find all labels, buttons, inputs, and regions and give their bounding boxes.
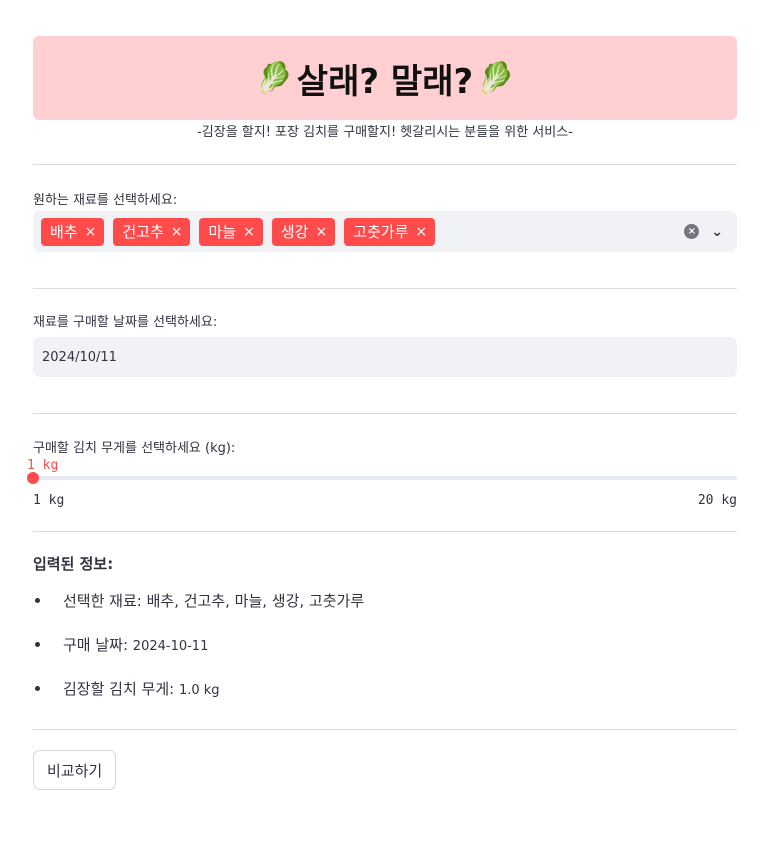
info-item-value: 1.0 kg <box>178 683 220 698</box>
slider-thumb[interactable] <box>27 472 39 484</box>
selected-tags: 배추 × 건고추 × 마늘 × 생강 × 고춧가루 × <box>41 217 684 246</box>
date-input[interactable]: 2024/10/11 <box>33 337 737 377</box>
tag-label: 생강 <box>280 223 309 241</box>
info-item-value: 배추, 건고추, 마늘, 생강, 고춧가루 <box>146 592 365 610</box>
info-heading: 입력된 정보: <box>33 555 114 573</box>
slider-max-label: 20 kg <box>697 493 737 508</box>
date-label: 재료를 구매할 날짜를 선택하세요: <box>33 315 218 330</box>
hero-banner: 🥬 살래? 말래? 🥬 <box>33 36 737 120</box>
info-item-value: 2024-10-11 <box>132 639 209 654</box>
app-title-text: 살래? 말래? <box>296 61 474 102</box>
tag-remove-icon[interactable]: × <box>243 225 255 239</box>
clear-all-icon[interactable]: × <box>684 224 700 239</box>
bullet-icon <box>35 686 40 691</box>
weight-label: 구매할 김치 무게를 선택하세요 (kg): <box>33 441 236 456</box>
bullet-icon <box>35 642 40 647</box>
tag-remove-icon[interactable]: × <box>315 225 327 239</box>
divider <box>33 729 737 730</box>
tag-ingredient[interactable]: 생강 × <box>271 217 336 246</box>
divider <box>33 531 737 532</box>
bullet-icon <box>35 598 40 603</box>
slider-current-value: 1 kg <box>27 458 59 473</box>
tag-ingredient[interactable]: 건고추 × <box>113 217 191 246</box>
tag-ingredient[interactable]: 배추 × <box>41 217 105 246</box>
slider-min-label: 1 kg <box>33 493 65 508</box>
multiselect-controls: × ⌄ <box>684 224 729 240</box>
tag-remove-icon[interactable]: × <box>85 225 97 239</box>
tag-ingredient[interactable]: 고춧가루 × <box>344 217 436 246</box>
tag-label: 마늘 <box>208 223 237 241</box>
tag-remove-icon[interactable]: × <box>415 225 427 239</box>
list-item: 김장할 김치 무게: 1.0 kg <box>33 678 737 722</box>
main-container: 🥬 살래? 말래? 🥬 -김장을 할지! 포장 김치를 구매할지! 헷갈리시는 … <box>27 36 737 790</box>
cabbage-icon: 🥬 <box>255 60 293 96</box>
weight-slider[interactable]: 1 kg 1 kg 20 kg <box>27 458 737 518</box>
slider-track[interactable] <box>27 472 737 484</box>
info-item-label: 김장할 김치 무게: <box>63 680 179 698</box>
app-subtitle: -김장을 할지! 포장 김치를 구매할지! 헷갈리시는 분들을 위한 서비스- <box>197 125 573 140</box>
tag-remove-icon[interactable]: × <box>171 225 183 239</box>
tag-label: 건고추 <box>122 223 164 241</box>
app-title: 🥬 살래? 말래? 🥬 <box>255 54 514 103</box>
ingredients-label: 원하는 재료를 선택하세요: <box>33 193 178 208</box>
cabbage-icon: 🥬 <box>477 60 515 96</box>
divider <box>33 288 737 289</box>
info-list: 선택한 재료: 배추, 건고추, 마늘, 생강, 고춧가루 구매 날짜: 202… <box>33 590 737 722</box>
tag-label: 배추 <box>50 223 78 241</box>
divider <box>33 164 737 165</box>
info-item-label: 구매 날짜: <box>63 636 133 654</box>
chevron-down-icon[interactable]: ⌄ <box>711 224 723 240</box>
tag-label: 고춧가루 <box>353 223 409 241</box>
list-item: 선택한 재료: 배추, 건고추, 마늘, 생강, 고춧가루 <box>33 590 737 634</box>
ingredients-multiselect[interactable]: 배추 × 건고추 × 마늘 × 생강 × 고춧가루 × × ⌄ <box>33 211 737 252</box>
tag-ingredient[interactable]: 마늘 × <box>199 217 263 246</box>
list-item: 구매 날짜: 2024-10-11 <box>33 634 737 678</box>
divider <box>33 413 737 414</box>
info-item-label: 선택한 재료: <box>63 592 147 610</box>
compare-button[interactable]: 비교하기 <box>33 750 117 790</box>
